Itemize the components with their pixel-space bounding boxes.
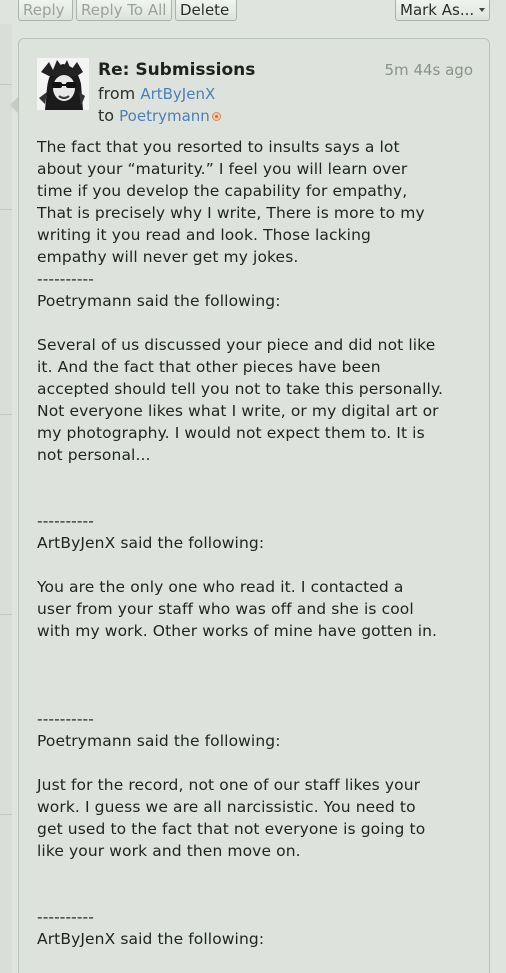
message-body-line: ---------- [37,908,94,926]
message-body-line: get used to the fact that not everyone i… [37,820,426,838]
message-body-line: empathy will never get my jokes. [37,248,299,266]
message-body-line: ---------- [37,710,94,728]
message-body-line [37,554,482,576]
message-body-line [37,884,482,906]
message-body-line: writing it you read and look. Those lack… [37,226,371,244]
delete-button[interactable]: Delete [175,0,237,21]
message-timestamp: 5m 44s ago [384,61,473,79]
message-body-line [37,664,482,686]
message-body-line: user from your staff who was off and she… [37,600,414,618]
message-toolbar: Reply Reply To All Delete Mark As... [0,0,506,24]
from-line: from ArtByJenX [98,84,215,103]
mark-as-label: Mark As... [400,1,475,19]
message-body-line: Poetrymann said the following: [37,292,281,310]
message-body-line [37,950,482,972]
message-body-line: ---------- [37,270,94,288]
chevron-down-icon [479,8,485,12]
message-body-line: Several of us discussed your piece and d… [37,336,436,354]
message-body-line: my photography. I would not expect them … [37,424,425,442]
rail-divider [0,814,12,815]
rail-divider [0,414,12,415]
message-body-line: like your work and then move on. [37,842,301,860]
message-body-line: about your “maturity.” I feel you will l… [37,160,408,178]
message-body-line: You are the only one who read it. I cont… [37,578,404,596]
message-body-line [37,862,482,884]
message-body-line: Just for the record, not one of our staf… [37,776,421,794]
message-body-line: not personal... [37,446,151,464]
message-body: The fact that you resorted to insults sa… [37,136,482,973]
to-line: to Poetrymann [98,106,221,125]
message-body-line: That is precisely why I write, There is … [37,204,425,222]
message-body-line [37,752,482,774]
member-badge-icon [211,112,221,121]
message-subject: Re: Submissions [98,60,256,80]
message-body-line: it. And the fact that other pieces have … [37,358,381,376]
message-body-line: Not everyone likes what I write, or my d… [37,402,439,420]
message-body-line: ArtByJenX said the following: [37,930,265,948]
message-list-rail [0,24,12,973]
rail-divider [0,209,12,210]
reply-button[interactable]: Reply [18,0,73,21]
recipient-link[interactable]: Poetrymann [119,107,210,125]
message-body-line: ArtByJenX said the following: [37,534,265,552]
message-body-line: Poetrymann said the following: [37,732,281,750]
reply-to-all-button[interactable]: Reply To All [76,0,172,21]
message-view: Reply Reply To All Delete Mark As... Re:… [0,0,506,973]
message-body-line [37,466,482,488]
message-body-line [37,642,482,664]
message-body-line: accepted should tell you not to take thi… [37,380,444,398]
rail-divider [0,614,12,615]
message-body-line: with my work. Other works of mine have g… [37,622,438,640]
from-label: from [98,84,136,103]
message-body-line: ---------- [37,512,94,530]
user-avatar-icon[interactable] [37,58,89,110]
sender-link[interactable]: ArtByJenX [140,85,215,103]
rail-divider [0,84,12,85]
to-label: to [98,106,115,125]
message-body-line [37,686,482,708]
message-body-line: The fact that you resorted to insults sa… [37,138,400,156]
message-body-line [37,488,482,510]
message-body-line: work. I guess we are all narcissistic. Y… [37,798,416,816]
message-body-line [37,312,482,334]
mark-as-dropdown[interactable]: Mark As... [395,0,490,21]
message-body-line: time if you develop the capability for e… [37,182,408,200]
